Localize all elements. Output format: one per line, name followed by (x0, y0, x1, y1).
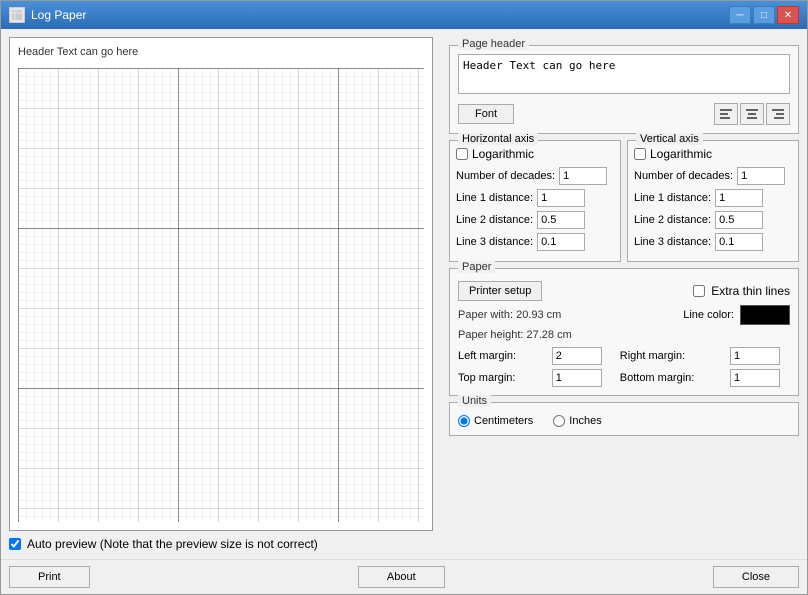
h-logarithmic-row: Logarithmic (456, 147, 614, 161)
margin-grid: Left margin: Right margin: Top margin: B… (458, 347, 790, 387)
main-window: Log Paper ─ □ ✕ Header Text can go here (0, 0, 808, 595)
v-line1-input[interactable] (715, 189, 763, 207)
centimeters-row: Centimeters (458, 415, 533, 427)
h-line3-row: Line 3 distance: (456, 233, 614, 251)
v-line2-row: Line 2 distance: (634, 211, 792, 229)
right-margin-label: Right margin: (620, 350, 722, 362)
align-center-button[interactable] (740, 103, 764, 125)
left-margin-label: Left margin: (458, 350, 544, 362)
extra-thin-label: Extra thin lines (711, 284, 790, 298)
right-margin-input[interactable] (730, 347, 780, 365)
about-button[interactable]: About (358, 566, 445, 588)
h-logarithmic-label: Logarithmic (472, 147, 534, 161)
horizontal-axis-title: Horizontal axis (458, 133, 538, 145)
units-group: Units Centimeters Inches (449, 402, 799, 436)
preview-area: Header Text can go here (9, 37, 433, 531)
paper-group: Paper Printer setup Extra thin lines Pap… (449, 268, 799, 396)
auto-preview-checkbox[interactable] (9, 538, 21, 550)
v-line2-label: Line 2 distance: (634, 214, 711, 226)
title-bar-controls: ─ □ ✕ (729, 6, 799, 24)
left-margin-input[interactable] (552, 347, 602, 365)
paper-height-row: Paper height: 27.28 cm (458, 329, 790, 341)
page-header-group: Page header Font (449, 45, 799, 134)
centimeters-label: Centimeters (474, 415, 533, 427)
v-line1-row: Line 1 distance: (634, 189, 792, 207)
title-bar: Log Paper ─ □ ✕ (1, 1, 807, 29)
v-logarithmic-row: Logarithmic (634, 147, 792, 161)
units-group-title: Units (458, 395, 491, 407)
h-decades-input[interactable] (559, 167, 607, 185)
h-line1-label: Line 1 distance: (456, 192, 533, 204)
h-line1-row: Line 1 distance: (456, 189, 614, 207)
h-line1-input[interactable] (537, 189, 585, 207)
paper-width: Paper with: 20.93 cm (458, 309, 561, 321)
inches-radio[interactable] (553, 415, 565, 427)
inches-label: Inches (569, 415, 601, 427)
close-button[interactable]: Close (713, 566, 799, 588)
page-header-group-title: Page header (458, 38, 529, 50)
window-title: Log Paper (31, 8, 86, 22)
h-line3-label: Line 3 distance: (456, 236, 533, 248)
h-line2-label: Line 2 distance: (456, 214, 533, 226)
maximize-button[interactable]: □ (753, 6, 775, 24)
top-margin-input[interactable] (552, 369, 602, 387)
log-grid-svg (18, 68, 424, 522)
extra-thin-checkbox[interactable] (693, 285, 705, 297)
vertical-axis-group: Vertical axis Logarithmic Number of deca… (627, 140, 799, 262)
preview-header-text: Header Text can go here (18, 46, 138, 58)
axes-row: Horizontal axis Logarithmic Number of de… (449, 140, 799, 262)
preview-panel: Header Text can go here (1, 29, 441, 559)
right-panel: Page header Font (441, 29, 807, 559)
font-row: Font (458, 103, 790, 125)
centimeters-radio[interactable] (458, 415, 470, 427)
bottom-margin-input[interactable] (730, 369, 780, 387)
v-line3-input[interactable] (715, 233, 763, 251)
main-content: Header Text can go here (1, 29, 807, 559)
print-button[interactable]: Print (9, 566, 90, 588)
close-window-button[interactable]: ✕ (777, 6, 799, 24)
top-margin-label: Top margin: (458, 372, 544, 384)
printer-setup-button[interactable]: Printer setup (458, 281, 542, 301)
app-icon (9, 7, 25, 23)
v-decades-input[interactable] (737, 167, 785, 185)
line-color-box[interactable] (740, 305, 790, 325)
units-row: Centimeters Inches (458, 415, 790, 427)
v-line2-input[interactable] (715, 211, 763, 229)
h-decades-label: Number of decades: (456, 170, 555, 182)
paper-inner: Printer setup Extra thin lines Paper wit… (458, 281, 790, 387)
printer-row: Printer setup Extra thin lines (458, 281, 790, 301)
inches-row: Inches (553, 415, 601, 427)
h-line2-row: Line 2 distance: (456, 211, 614, 229)
v-line3-row: Line 3 distance: (634, 233, 792, 251)
bottom-buttons: Print About Close (1, 559, 807, 594)
h-line3-input[interactable] (537, 233, 585, 251)
v-line3-label: Line 3 distance: (634, 236, 711, 248)
h-decades-row: Number of decades: (456, 167, 614, 185)
h-line2-input[interactable] (537, 211, 585, 229)
auto-preview-label: Auto preview (Note that the preview size… (27, 537, 318, 551)
page-header-textarea[interactable] (458, 54, 790, 94)
paper-size-row: Paper with: 20.93 cm Line color: (458, 305, 790, 325)
align-buttons (714, 103, 790, 125)
align-left-button[interactable] (714, 103, 738, 125)
vertical-axis-title: Vertical axis (636, 133, 703, 145)
paper-height: Paper height: 27.28 cm (458, 329, 572, 341)
v-line1-label: Line 1 distance: (634, 192, 711, 204)
line-color-label: Line color: (683, 309, 734, 321)
minimize-button[interactable]: ─ (729, 6, 751, 24)
paper-group-title: Paper (458, 261, 495, 273)
bottom-margin-label: Bottom margin: (620, 372, 722, 384)
title-bar-left: Log Paper (9, 7, 86, 23)
v-logarithmic-checkbox[interactable] (634, 148, 646, 160)
auto-preview-row: Auto preview (Note that the preview size… (9, 531, 433, 551)
font-button[interactable]: Font (458, 104, 514, 124)
h-logarithmic-checkbox[interactable] (456, 148, 468, 160)
grid-paper (18, 68, 424, 522)
v-decades-row: Number of decades: (634, 167, 792, 185)
align-right-button[interactable] (766, 103, 790, 125)
horizontal-axis-group: Horizontal axis Logarithmic Number of de… (449, 140, 621, 262)
v-decades-label: Number of decades: (634, 170, 733, 182)
v-logarithmic-label: Logarithmic (650, 147, 712, 161)
